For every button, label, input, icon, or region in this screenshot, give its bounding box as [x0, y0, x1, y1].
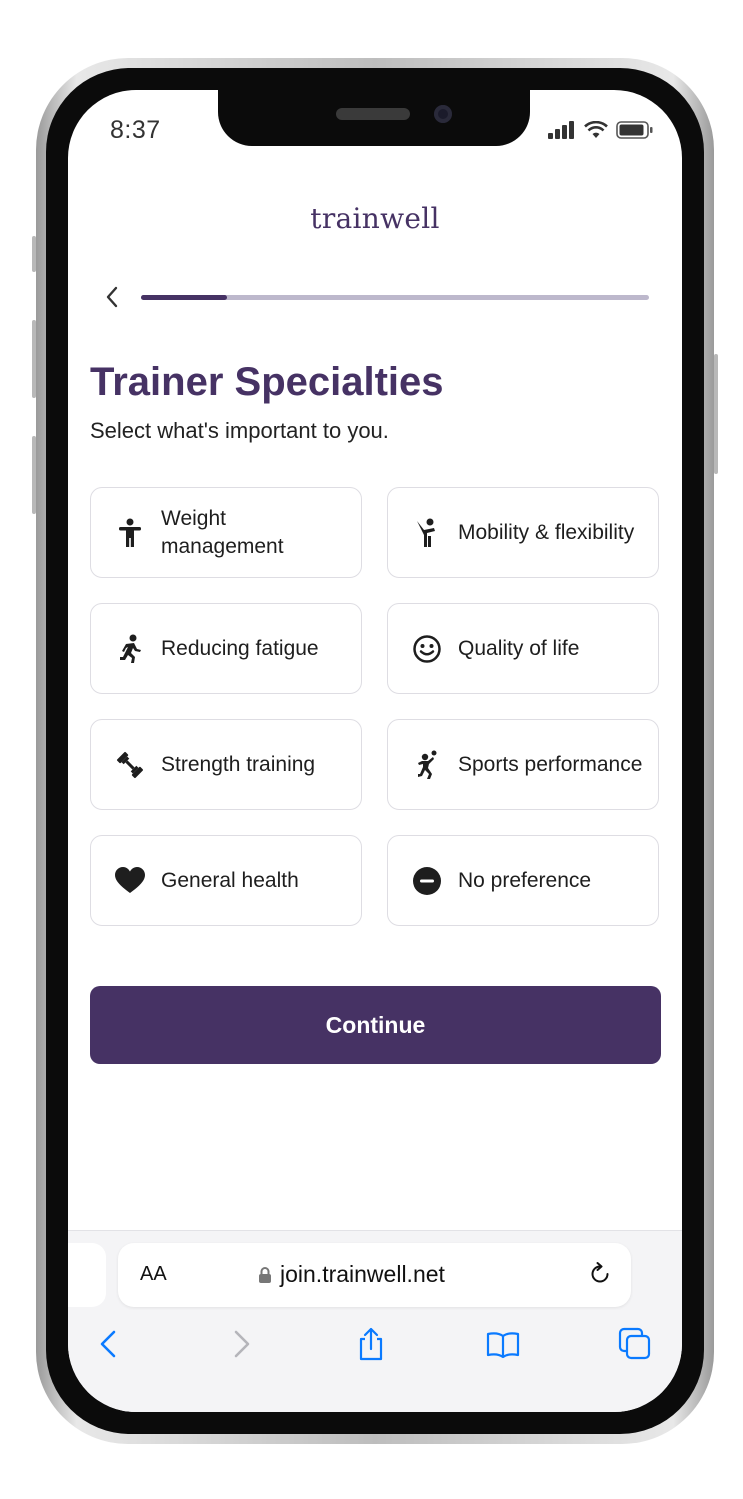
progress-fill: [141, 295, 228, 300]
volume-up-button: [32, 320, 36, 398]
reader-settings-button[interactable]: AA: [140, 1263, 167, 1286]
option-label: Sports performance: [458, 752, 643, 776]
lock-icon: [259, 1266, 271, 1283]
status-icons: [548, 120, 654, 140]
page-title: Trainer Specialties: [90, 360, 444, 404]
person-running-icon: [115, 634, 145, 664]
url-display[interactable]: join.trainwell.net: [258, 1261, 445, 1288]
minus-circle-icon: [412, 866, 442, 896]
front-camera: [434, 105, 452, 123]
signal-icon: [548, 121, 574, 139]
speaker-grille: [336, 108, 410, 120]
safari-toolbar: AA join.trainwell.net: [68, 1230, 682, 1412]
notch: [218, 90, 530, 146]
heart-icon: [115, 866, 145, 896]
phone-bezel: 8:37 trainwell Trainer Specialties Selec…: [46, 68, 704, 1434]
option-mobility-flexibility[interactable]: Mobility & flexibility: [387, 487, 659, 578]
browser-nav: [68, 1327, 682, 1367]
brand-logo: trainwell: [310, 202, 440, 235]
option-label: Weight management: [161, 506, 284, 558]
option-label: Quality of life: [458, 636, 580, 660]
wifi-icon: [584, 121, 608, 138]
reload-icon[interactable]: [587, 1261, 613, 1287]
option-strength-training[interactable]: Strength training: [90, 719, 362, 810]
option-sports-performance[interactable]: Sports performance: [387, 719, 659, 810]
option-general-health[interactable]: General health: [90, 835, 362, 926]
person-stretch-icon: [412, 518, 442, 548]
back-chevron-icon[interactable]: [100, 282, 124, 312]
phone-screen: 8:37 trainwell Trainer Specialties Selec…: [68, 90, 682, 1412]
page-subtitle: Select what's important to you.: [90, 418, 389, 443]
battery-icon: [616, 121, 653, 139]
address-bar[interactable]: AA join.trainwell.net: [118, 1243, 631, 1307]
person-sports-icon: [412, 750, 442, 780]
url-text: join.trainwell.net: [280, 1261, 445, 1287]
option-weight-management[interactable]: Weight management: [90, 487, 362, 578]
option-label: Mobility & flexibility: [458, 520, 635, 544]
volume-down-button: [32, 436, 36, 514]
phone-frame: 8:37 trainwell Trainer Specialties Selec…: [32, 58, 718, 1444]
person-standing-icon: [115, 518, 145, 548]
previous-tab-peek[interactable]: [68, 1243, 106, 1307]
mute-switch: [32, 236, 36, 272]
forward-arrow-icon[interactable]: [224, 1327, 258, 1361]
option-label: No preference: [458, 868, 592, 892]
option-label: General health: [161, 868, 299, 892]
continue-button[interactable]: Continue: [90, 986, 661, 1064]
progress-bar: [141, 295, 649, 300]
back-arrow-icon[interactable]: [92, 1327, 126, 1361]
tabs-icon[interactable]: [618, 1327, 652, 1361]
bookmarks-icon[interactable]: [486, 1327, 520, 1361]
smiley-face-icon: [412, 634, 442, 664]
dumbbell-icon: [115, 750, 145, 780]
power-button: [714, 354, 718, 474]
option-no-preference[interactable]: No preference: [387, 835, 659, 926]
option-quality-of-life[interactable]: Quality of life: [387, 603, 659, 694]
option-label: Strength training: [161, 752, 316, 776]
status-time: 8:37: [110, 116, 161, 144]
share-icon[interactable]: [354, 1327, 388, 1361]
option-reducing-fatigue[interactable]: Reducing fatigue: [90, 603, 362, 694]
option-label: Reducing fatigue: [161, 636, 319, 660]
